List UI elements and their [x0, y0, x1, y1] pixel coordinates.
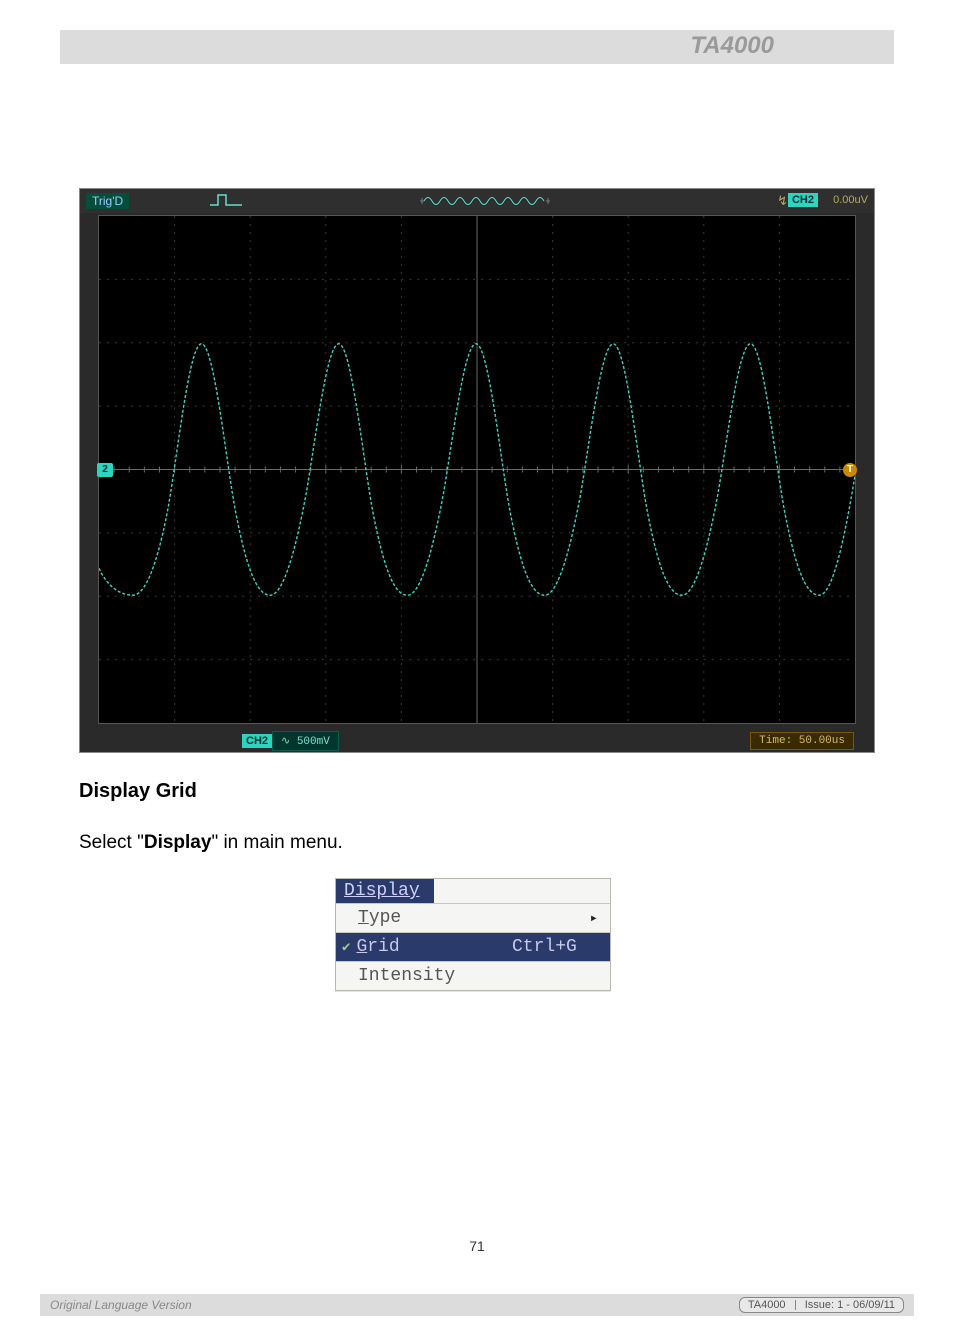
- footer-left-text: Original Language Version: [50, 1298, 192, 1312]
- menu-title[interactable]: Display: [336, 879, 434, 903]
- display-menu-screenshot: Display Type ▸ ✔ Grid Ctrl+G Intensity: [335, 878, 611, 991]
- scope-bottom-bar: CH2 ∿ 500mV Time: 50.00us: [80, 730, 874, 752]
- menu-title-row: Display: [336, 879, 610, 903]
- scope-waveform-area: 2 T: [98, 215, 856, 724]
- trigger-edge-icon: ↯: [777, 193, 788, 209]
- footer-right-box: TA4000 Issue: 1 - 06/09/11: [739, 1297, 904, 1313]
- trigger-status: Trig'D: [86, 193, 129, 209]
- body-sentence: Select "Display" in main menu.: [79, 832, 343, 854]
- submenu-arrow-icon: ▸: [578, 910, 598, 927]
- menu-item-label: Intensity: [358, 966, 598, 986]
- pulse-icon: [209, 193, 243, 210]
- header-bar: TA4000: [60, 30, 894, 64]
- page-number: 71: [0, 1238, 954, 1254]
- timebase-value: Time: 50.00us: [750, 732, 854, 750]
- section-heading: Display Grid: [79, 780, 197, 803]
- menu-item-intensity[interactable]: Intensity: [336, 961, 610, 990]
- ch2-badge-bottom: CH2: [242, 734, 272, 748]
- menu-item-type[interactable]: Type ▸: [336, 903, 610, 932]
- sentence-pre: Select ": [79, 832, 144, 853]
- check-icon: ✔: [342, 939, 350, 956]
- menu-item-grid[interactable]: ✔ Grid Ctrl+G: [336, 932, 610, 961]
- product-model: TA4000: [690, 32, 774, 60]
- footer-issue: Issue: 1 - 06/09/11: [805, 1299, 895, 1311]
- trigger-level-value: 0.00uV: [833, 194, 868, 206]
- channel-2-marker: 2: [97, 463, 113, 477]
- waveform-preview-icon: [420, 193, 550, 209]
- oscilloscope-screenshot: Trig'D ↯ CH2 0.00uV T: [79, 188, 875, 753]
- footer-model: TA4000: [748, 1299, 786, 1311]
- menu-item-shortcut: Ctrl+G: [512, 937, 598, 957]
- footer-separator: [795, 1300, 796, 1310]
- sentence-post: " in main menu.: [211, 832, 342, 853]
- menu-title-text: isplay: [355, 881, 420, 901]
- menu-item-label: Type: [358, 908, 578, 928]
- scope-top-bar: Trig'D ↯ CH2 0.00uV: [80, 189, 874, 213]
- ch2-scale-value: ∿ 500mV: [272, 731, 339, 751]
- menu-item-label: Grid: [356, 937, 512, 957]
- sentence-bold: Display: [144, 832, 212, 853]
- trigger-level-marker: T: [843, 463, 857, 477]
- footer-bar: Original Language Version TA4000 Issue: …: [40, 1294, 914, 1316]
- ch2-badge-top: CH2: [788, 193, 818, 207]
